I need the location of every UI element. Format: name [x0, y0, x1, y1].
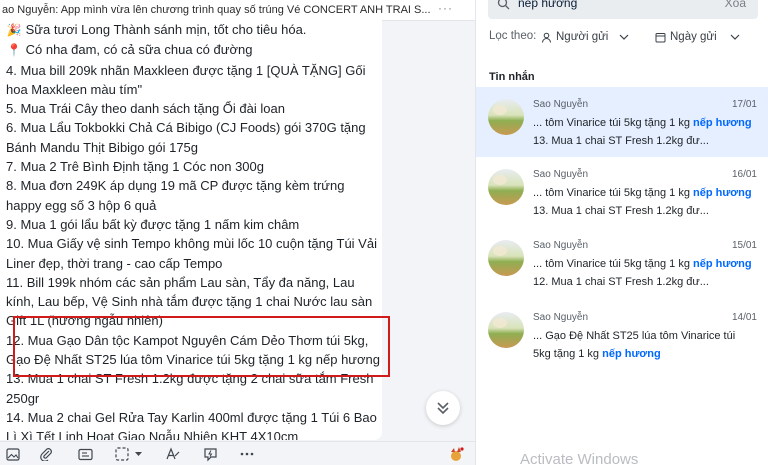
result-sender-name: Sao Nguyễn [533, 240, 589, 251]
quick-message-icon[interactable] [201, 445, 219, 463]
search-result-item[interactable]: Sao Nguyễn 17/01 ... tôm Vinarice túi 5kg … [476, 87, 768, 157]
image-icon[interactable] [4, 445, 22, 463]
double-chevron-down-icon [437, 402, 449, 415]
keyword-highlight: hương [715, 187, 752, 199]
avatar [488, 169, 524, 205]
activate-windows-watermark: Activate Windows [520, 451, 639, 465]
message-line: 7. Mua 2 Trê Bình Định tặng 1 Cóc non 30… [6, 159, 265, 175]
calendar-icon [655, 32, 666, 42]
search-icon [497, 0, 510, 10]
message-bubble: 🎉 Sữa tươi Long Thành sánh mịn, tốt cho … [0, 20, 382, 440]
message-line-highlighted: 12. Mua Gạo Dân tộc Kampot Nguyên Cám Dẻ… [6, 332, 380, 368]
keyword-highlight: nếp [693, 117, 713, 129]
keyword-highlight: nếp [693, 258, 713, 270]
result-snippet: ... tôm Vinarice túi 5kg tặng 1 kg nếp h… [533, 256, 753, 291]
message-line: 13. Mua 1 chai ST Fresh 1.2kg được tặng … [6, 371, 374, 406]
result-date: 16/01 [731, 169, 757, 180]
result-sender-name: Sao Nguyễn [533, 312, 589, 323]
avatar [488, 240, 524, 276]
date-filter-label: Ngày gửi [670, 31, 717, 43]
chat-pane: ao Nguyễn: App mình vừa lên chương trình… [0, 0, 475, 465]
format-icon[interactable] [163, 445, 181, 463]
keyword-highlight: nếp [602, 347, 622, 360]
filter-bar: Lọc theo: Người gửi Ngày gửi [489, 27, 764, 47]
result-date: 15/01 [731, 240, 757, 251]
result-snippet: ... tôm Vinarice túi 5kg tặng 1 kg nếp h… [533, 115, 753, 150]
message-line: 4. Mua bill 209k nhãn Maxkleen được tặng… [6, 62, 366, 97]
chevron-down-icon [730, 34, 740, 40]
user-icon [542, 32, 551, 43]
party-icon: 🎉 [6, 23, 22, 37]
date-filter-dropdown[interactable]: Ngày gửi [655, 27, 741, 47]
pinned-message-text: ao Nguyễn: App mình vừa lên chương trình… [2, 4, 431, 16]
result-sender-name: Sao Nguyễn [533, 99, 589, 110]
result-sender-name: Sao Nguyễn [533, 169, 589, 180]
message-line: 9. Mua 1 gói lẩu bất kỳ được tặng 1 nấm … [6, 216, 300, 232]
result-snippet: ... tôm Vinarice túi 5kg tặng 1 kg nếp h… [533, 185, 753, 220]
keyword-highlight: hương [624, 347, 661, 360]
keyword-highlight: hương [715, 258, 752, 270]
search-result-item[interactable]: Sao Nguyễn 14/01 ... Gạo Đệ Nhất ST25 lúa … [476, 300, 768, 370]
sender-filter-dropdown[interactable]: Người gửi [541, 27, 630, 47]
message-line: 📍 Có nha đam, có cả sữa chua có đường [6, 40, 382, 60]
pin-icon: 📍 [6, 43, 22, 58]
search-panel: nếp hương Xóa Lọc theo: Người gửi Ngày g… [475, 0, 768, 465]
snippet-text: ... tôm Vinarice túi 5kg tặng 1 kg [533, 187, 693, 199]
search-result-item[interactable]: Sao Nguyễn 15/01 ... tôm Vinarice túi 5kg … [476, 228, 768, 298]
result-snippet: ... Gạo Đệ Nhất ST25 lúa tôm Vinarice tú… [533, 328, 753, 363]
search-query-text: nếp hương [518, 0, 578, 10]
snippet-text: ... tôm Vinarice túi 5kg tặng 1 kg [533, 117, 693, 129]
card-icon[interactable] [76, 445, 94, 463]
message-line: 8. Mua đơn 249K áp dụng 19 mã CP được tặ… [6, 178, 345, 213]
keyword-highlight: hương [715, 117, 752, 129]
message-line: 14. Mua 2 chai Gel Rửa Tay Karlin 400ml … [6, 409, 377, 440]
composer-toolbar [0, 441, 475, 465]
avatar [488, 312, 524, 348]
filter-label: Lọc theo: [489, 30, 537, 42]
clear-search-button[interactable]: Xóa [725, 0, 746, 10]
search-result-item[interactable]: Sao Nguyễn 16/01 ... tôm Vinarice túi 5kg … [476, 157, 768, 227]
message-line: 6. Mua Lẩu Tokbokki Chả Cá Bibigo (CJ Fo… [6, 120, 366, 155]
sticker-icon[interactable] [446, 445, 466, 463]
message-line: 5. Mua Trái Cây theo danh sách tặng Ổi đ… [6, 101, 285, 117]
keyword-highlight: nếp [693, 187, 713, 199]
sender-filter-label: Người gửi [556, 31, 609, 43]
result-date: 17/01 [731, 99, 757, 110]
snippet-text: 13. Mua 1 chai ST Fresh 1.2kg đư... [533, 204, 709, 217]
messages-section-title: Tin nhắn [489, 71, 535, 83]
screenshot-icon[interactable] [112, 445, 148, 463]
result-date: 14/01 [731, 312, 757, 323]
search-input[interactable]: nếp hương Xóa [488, 0, 758, 19]
avatar [488, 99, 524, 135]
message-line: 11. Bill 199k nhóm các sản phẩm Lau sàn,… [6, 274, 373, 329]
message-line: 10. Mua Giấy vệ sinh Tempo không mùi lốc… [6, 236, 377, 271]
snippet-text: 13. Mua 1 chai ST Fresh 1.2kg đư... [533, 134, 709, 147]
scroll-to-bottom-button[interactable] [426, 391, 460, 425]
more-options-icon[interactable]: ··· [438, 0, 453, 18]
message-line: 🎉 Sữa tươi Long Thành sánh mịn, tốt cho … [6, 20, 382, 40]
snippet-text: ... tôm Vinarice túi 5kg tặng 1 kg [533, 258, 693, 270]
attachment-icon[interactable] [37, 445, 55, 463]
chevron-down-icon [619, 34, 629, 40]
snippet-text: 12. Mua 1 chai ST Fresh 1.2kg đư... [533, 275, 709, 288]
more-icon[interactable] [238, 445, 256, 463]
pinned-message-bar[interactable]: ao Nguyễn: App mình vừa lên chương trình… [0, 0, 475, 21]
